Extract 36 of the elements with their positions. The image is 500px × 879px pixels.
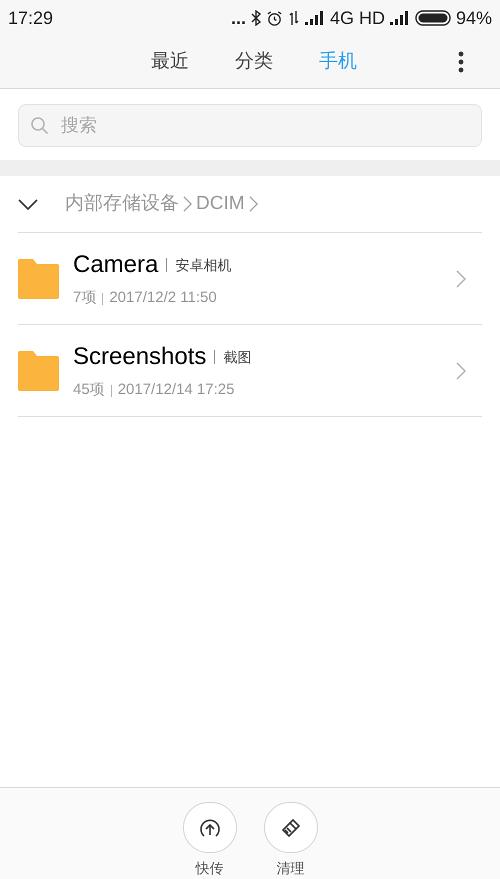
- bluetooth-icon: [250, 10, 261, 26]
- tab[interactable]: 最近: [151, 48, 189, 76]
- chevron-right-icon: [456, 270, 466, 288]
- folder-row[interactable]: Camera 安卓相机 7项 2017/12/2 11:50: [18, 233, 482, 325]
- item-count: 7项: [73, 288, 96, 308]
- collapse-icon[interactable]: [18, 198, 38, 210]
- folder-alias: 安卓相机: [175, 256, 232, 275]
- battery-level: 94%: [456, 6, 492, 30]
- chevron-right-icon: [248, 195, 258, 213]
- folder-alias: 截图: [223, 348, 252, 367]
- data-arrows-icon: [288, 10, 300, 26]
- alarm-icon: [266, 10, 283, 26]
- action-label: 清理: [276, 859, 304, 878]
- folder-name: Screenshots: [73, 342, 206, 372]
- search-icon: [30, 116, 50, 136]
- folder-icon: [18, 258, 59, 299]
- action-label: 快传: [196, 859, 224, 878]
- battery-icon: [414, 10, 451, 26]
- modified-date: 2017/12/14 17:25: [118, 380, 234, 400]
- tab[interactable]: 分类: [235, 48, 273, 76]
- search-field[interactable]: 搜索: [18, 104, 482, 147]
- more-icon[interactable]: [458, 51, 464, 73]
- signal-icon: [390, 11, 410, 25]
- chevron-right-icon: [183, 195, 192, 213]
- status-time: 17:29: [8, 6, 54, 30]
- status-dots: ...: [230, 6, 246, 30]
- folder-row[interactable]: Screenshots 截图 45项 2017/12/14 17:25: [18, 325, 482, 417]
- action-button[interactable]: [264, 802, 318, 853]
- action-button[interactable]: [182, 802, 236, 853]
- item-count: 45项: [73, 380, 105, 400]
- signal-icon: [304, 11, 325, 25]
- folder-icon: [18, 350, 59, 391]
- network-type: 4G HD: [330, 6, 385, 30]
- chevron-right-icon: [456, 362, 466, 380]
- modified-date: 2017/12/2 11:50: [109, 288, 217, 308]
- folder-name: Camera: [73, 250, 158, 280]
